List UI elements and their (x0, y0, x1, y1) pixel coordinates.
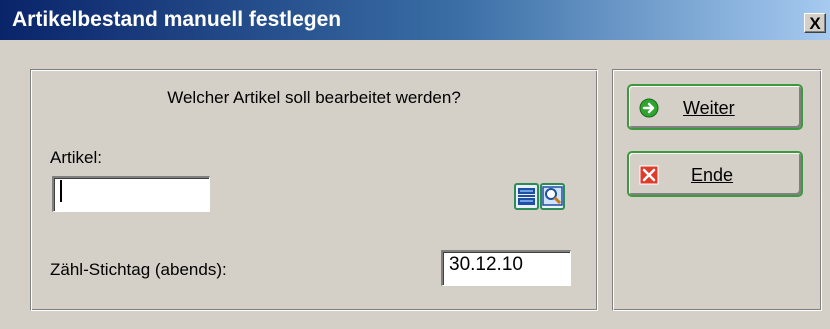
stichtag-input[interactable]: 30.12.10 (441, 250, 571, 286)
question-label: Welcher Artikel soll bearbeitet werden? (167, 88, 461, 107)
weiter-button-label: Weiter (683, 98, 735, 118)
ende-button[interactable]: Ende (627, 151, 803, 197)
artikel-label: Artikel: (50, 148, 102, 167)
title-bar[interactable]: Artikelbestand manuell festlegen X (0, 0, 830, 40)
red-x-icon (639, 165, 659, 185)
list-icon-glyph (518, 188, 535, 205)
search-icon-glyph (542, 186, 563, 206)
window-title: Artikelbestand manuell festlegen (12, 8, 342, 31)
artikel-input[interactable] (52, 176, 210, 212)
list-icon[interactable] (514, 183, 539, 210)
stichtag-label: Zähl-Stichtag (abends): (50, 260, 227, 279)
ende-button-label: Ende (691, 165, 734, 185)
search-icon[interactable] (540, 183, 565, 210)
close-button[interactable]: X (804, 13, 826, 33)
green-arrow-right-icon (639, 98, 659, 118)
text-caret (60, 180, 62, 202)
weiter-button[interactable]: Weiter (627, 84, 803, 130)
